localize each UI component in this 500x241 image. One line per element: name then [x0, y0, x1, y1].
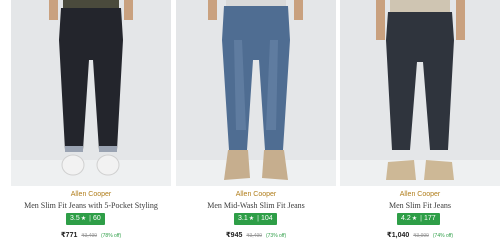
rating-value: 3.5 [70, 215, 80, 222]
rating-value: 4.2 [401, 215, 411, 222]
product-image[interactable] [340, 0, 500, 186]
product-brand: Allen Cooper [235, 191, 277, 198]
price-discount: (74% off) [432, 233, 454, 239]
product-card[interactable]: Allen Cooper Men Mid-Wash Slim Fit Jeans… [176, 0, 336, 241]
product-name[interactable]: Men Slim Fit Jeans [340, 201, 500, 210]
rating-badge: 3.1 ★ | 104 [234, 213, 277, 225]
rating-value: 3.1 [238, 215, 248, 222]
star-icon: ★ [411, 216, 418, 222]
product-price: ₹771 ₹3,499 (78% off) [11, 231, 171, 239]
product-price: ₹1,040 ₹3,999 (74% off) [340, 231, 500, 239]
price-discount: (73% off) [265, 233, 287, 239]
rating-badge: 4.2 ★ | 177 [397, 213, 440, 225]
rating-badge: 3.5 ★ | 60 [66, 213, 105, 225]
rating-count: 177 [423, 215, 436, 222]
product-card[interactable]: Allen Cooper Men Slim Fit Jeans with 5-P… [11, 0, 171, 241]
star-icon: ★ [248, 216, 255, 222]
price-mrp: ₹3,999 [413, 233, 429, 239]
rating-count: 104 [260, 215, 273, 222]
star-icon: ★ [80, 216, 87, 222]
product-name[interactable]: Men Slim Fit Jeans with 5-Pocket Styling [11, 201, 171, 210]
price-current: ₹1,040 [386, 232, 410, 239]
price-mrp: ₹3,499 [81, 233, 98, 239]
product-brand: Allen Cooper [399, 191, 441, 198]
product-grid: Allen Cooper Men Slim Fit Jeans with 5-P… [0, 0, 500, 241]
price-mrp: ₹3,499 [246, 233, 263, 239]
price-discount: (78% off) [100, 233, 122, 239]
product-card[interactable]: Allen Cooper Men Slim Fit Jeans 4.2 ★ | … [340, 0, 500, 241]
product-image[interactable] [11, 0, 171, 186]
product-name[interactable]: Men Mid-Wash Slim Fit Jeans [176, 201, 336, 210]
product-image[interactable] [176, 0, 336, 186]
rating-count: 60 [92, 215, 101, 222]
product-brand: Allen Cooper [70, 191, 112, 198]
price-current: ₹945 [225, 232, 243, 239]
product-price: ₹945 ₹3,499 (73% off) [176, 231, 336, 239]
price-current: ₹771 [60, 232, 78, 239]
